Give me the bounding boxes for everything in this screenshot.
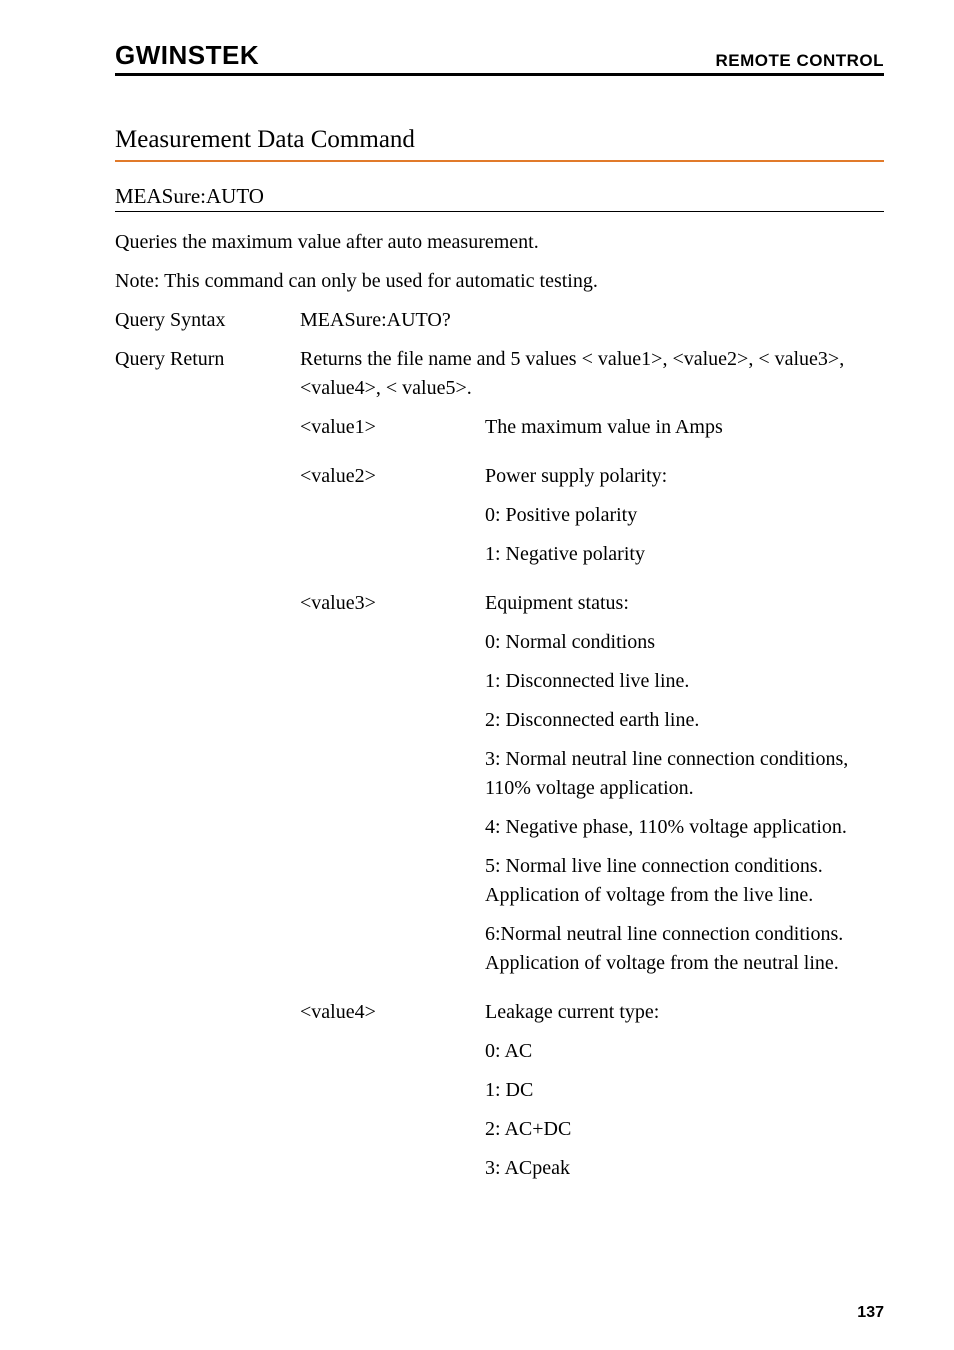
value-spacer	[115, 413, 300, 452]
value-spacer	[300, 706, 485, 735]
value-spacer	[300, 540, 485, 569]
value-spacer	[300, 667, 485, 696]
value2-row: <value2> Power supply polarity: 0: Posit…	[115, 462, 884, 579]
value1-desc: The maximum value in Amps	[485, 413, 884, 442]
value-spacer	[300, 628, 485, 657]
header: GWINSTEK REMOTE CONTROL	[115, 40, 884, 71]
value1-row: <value1> The maximum value in Amps	[115, 413, 884, 452]
value-spacer	[115, 998, 300, 1193]
brand-logo: GWINSTEK	[115, 40, 259, 71]
value3-desc5: 3: Normal neutral line connection condit…	[485, 745, 884, 803]
value3-desc4: 2: Disconnected earth line.	[485, 706, 884, 735]
query-syntax-value: MEASure:AUTO?	[300, 306, 884, 335]
value2-label: <value2>	[300, 462, 485, 491]
query-syntax-label: Query Syntax	[115, 306, 300, 335]
value2-desc3: 1: Negative polarity	[485, 540, 884, 569]
query-return-desc: Returns the file name and 5 values < val…	[300, 345, 884, 403]
value2-desc2: 0: Positive polarity	[485, 501, 884, 530]
value1-label: <value1>	[300, 413, 485, 442]
value4-desc3: 1: DC	[485, 1076, 884, 1105]
command-title: MEASure:AUTO	[115, 184, 884, 209]
value4-desc5: 3: ACpeak	[485, 1154, 884, 1183]
page-number: 137	[857, 1304, 884, 1322]
value4-desc2: 0: AC	[485, 1037, 884, 1066]
value3-row: <value3> Equipment status: 0: Normal con…	[115, 589, 884, 988]
value3-desc7: 5: Normal live line connection condition…	[485, 852, 884, 910]
value-spacer	[300, 920, 485, 978]
query-return-label: Query Return	[115, 345, 300, 403]
value-spacer	[300, 745, 485, 803]
value-spacer	[300, 852, 485, 910]
value-spacer	[115, 589, 300, 988]
command-divider	[115, 211, 884, 212]
value4-label: <value4>	[300, 998, 485, 1027]
section-title: Measurement Data Command	[115, 126, 884, 154]
intro-line-2: Note: This command can only be used for …	[115, 267, 884, 296]
value4-desc4: 2: AC+DC	[485, 1115, 884, 1144]
intro-line-1: Queries the maximum value after auto mea…	[115, 228, 884, 257]
value4-row: <value4> Leakage current type: 0: AC 1: …	[115, 998, 884, 1193]
value4-desc1: Leakage current type:	[485, 998, 884, 1027]
value3-desc8: 6:Normal neutral line connection conditi…	[485, 920, 884, 978]
value3-desc6: 4: Negative phase, 110% voltage applicat…	[485, 813, 884, 842]
header-title: REMOTE CONTROL	[716, 51, 885, 71]
value3-desc3: 1: Disconnected live line.	[485, 667, 884, 696]
value3-label: <value3>	[300, 589, 485, 618]
value3-desc2: 0: Normal conditions	[485, 628, 884, 657]
query-return-row: Query Return Returns the file name and 5…	[115, 345, 884, 403]
value-spacer	[300, 1037, 485, 1066]
value-spacer	[300, 813, 485, 842]
value-spacer	[300, 1115, 485, 1144]
value-spacer	[115, 462, 300, 579]
value2-desc1: Power supply polarity:	[485, 462, 884, 491]
query-syntax-row: Query Syntax MEASure:AUTO?	[115, 306, 884, 335]
section-divider	[115, 160, 884, 162]
value-spacer	[300, 501, 485, 530]
value-spacer	[300, 1076, 485, 1105]
value3-desc1: Equipment status:	[485, 589, 884, 618]
header-divider	[115, 73, 884, 76]
value-spacer	[300, 1154, 485, 1183]
